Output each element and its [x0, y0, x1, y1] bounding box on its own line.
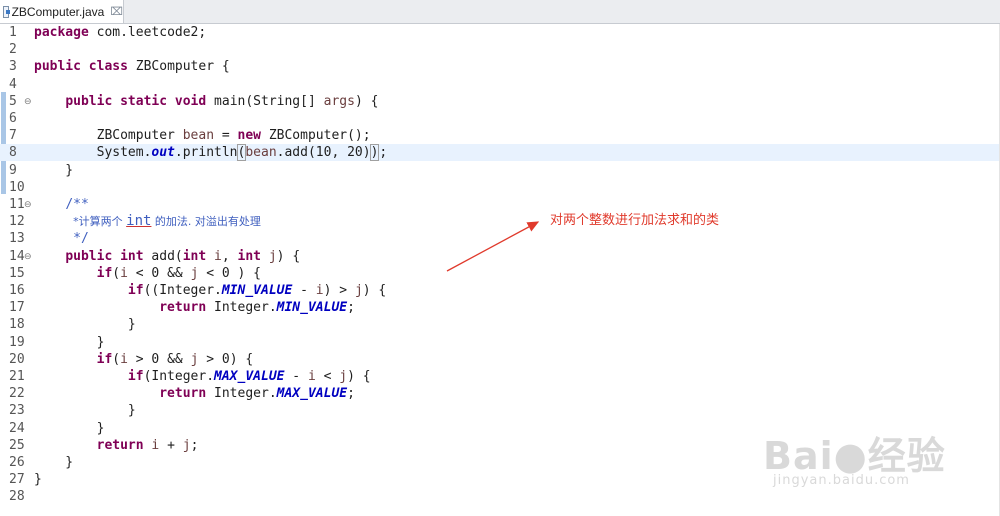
annotation-label: 对两个整数进行加法求和的类: [550, 213, 720, 228]
baidu-watermark: Bai●经验 jingyan.baidu.com: [763, 425, 963, 495]
watermark-logo: Bai●经验: [763, 434, 946, 478]
watermark-site: jingyan.baidu.com: [773, 473, 910, 488]
